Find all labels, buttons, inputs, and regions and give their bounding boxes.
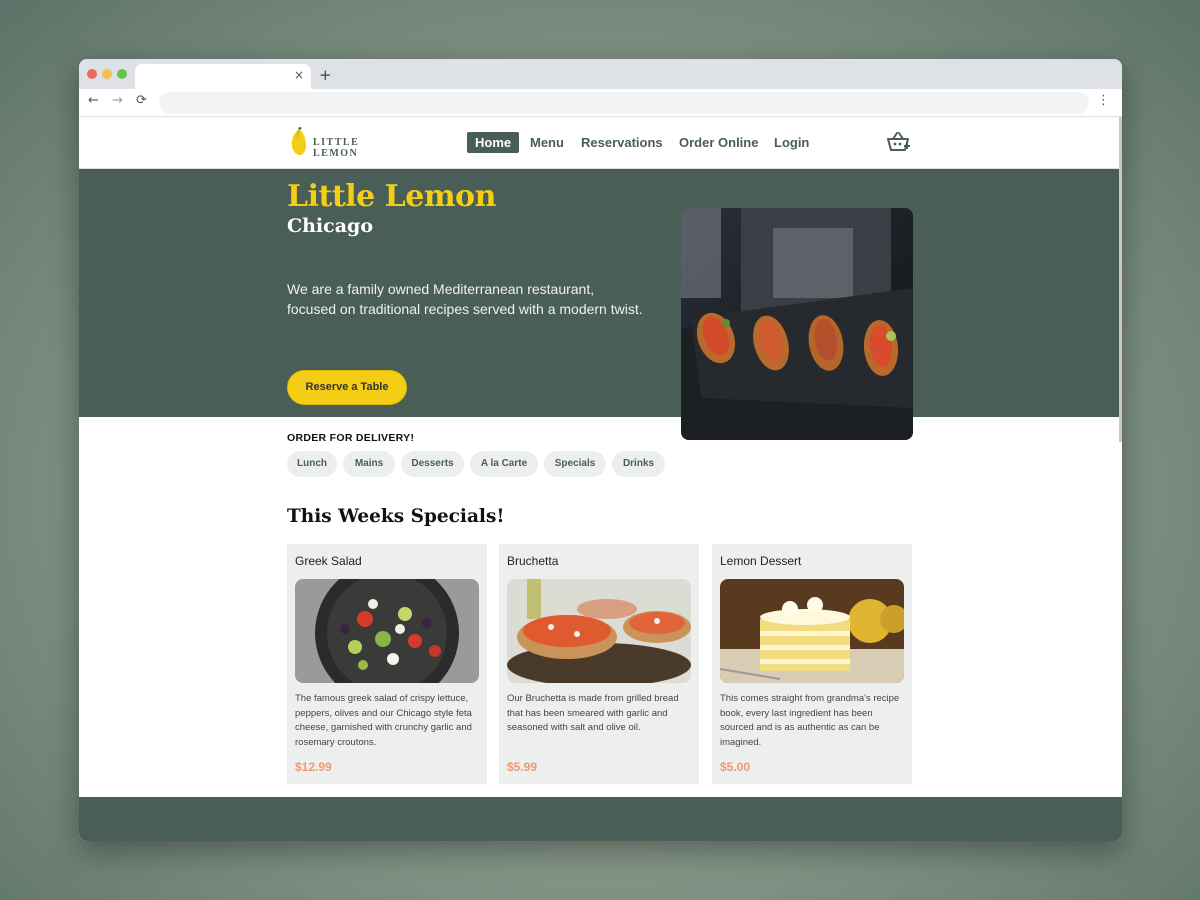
reserve-table-button[interactable]: Reserve a Table (287, 370, 407, 405)
address-bar[interactable] (159, 92, 1089, 114)
nav-order-online[interactable]: Order Online (671, 132, 766, 153)
browser-tab[interactable]: × (135, 64, 311, 89)
specials-heading: This Weeks Specials! (287, 506, 505, 527)
card-price: $12.99 (295, 760, 332, 774)
category-chip-lunch[interactable]: Lunch (287, 451, 337, 477)
browser-toolbar: ← → ⟳ ⋮ (79, 89, 1122, 117)
nav-home[interactable]: Home (467, 132, 520, 153)
window-minimize-dot[interactable] (102, 69, 112, 79)
category-chip-drinks[interactable]: Drinks (612, 451, 665, 477)
logo-text: LITTLE LEMON (313, 137, 360, 159)
browser-menu-icon[interactable]: ⋮ (1097, 93, 1110, 108)
category-chip-desserts[interactable]: Desserts (401, 451, 464, 477)
reload-icon[interactable]: ⟳ (136, 93, 147, 108)
nav-login[interactable]: Login (766, 132, 817, 153)
lemon-icon (291, 127, 306, 156)
hero-subtitle: Chicago (287, 215, 373, 237)
special-card-lemon-dessert[interactable]: Lemon Dessert This comes straight from g… (712, 544, 912, 784)
category-chip-specials[interactable]: Specials (544, 451, 606, 477)
new-tab-icon[interactable]: + (319, 66, 332, 84)
card-description: The famous greek salad of crispy lettuce… (295, 693, 472, 748)
hero-food-image (681, 208, 913, 440)
browser-window: × + ← → ⟳ ⋮ LITTLE LEMON Home Menu Reser… (79, 59, 1122, 841)
window-close-dot[interactable] (87, 69, 97, 79)
category-chip-mains[interactable]: Mains (343, 451, 395, 477)
delivery-heading: ORDER FOR DELIVERY! (287, 432, 415, 444)
site-footer (79, 797, 1122, 841)
window-maximize-dot[interactable] (117, 69, 127, 79)
page-viewport: LITTLE LEMON Home Menu Reservations Orde… (79, 117, 1122, 841)
hero-title: Little Lemon (287, 179, 496, 214)
lemon-dessert-image (720, 579, 904, 683)
hero-section: Little Lemon Chicago We are a family own… (79, 169, 1122, 417)
card-description: This comes straight from grandma's recip… (720, 693, 900, 748)
category-chip-a-la-carte[interactable]: A la Carte (470, 451, 538, 477)
card-price: $5.99 (507, 760, 538, 774)
forward-arrow-icon[interactable]: → (112, 93, 123, 108)
bruchetta-image (507, 579, 691, 683)
browser-tab-bar: × + (79, 59, 1122, 89)
card-title: Bruchetta (507, 554, 559, 568)
card-price: $5.00 (720, 760, 751, 774)
hero-description: We are a family owned Mediterranean rest… (287, 281, 643, 317)
card-description: Our Bruchetta is made from grilled bread… (507, 693, 679, 733)
nav-menu[interactable]: Menu (522, 132, 572, 153)
basket-icon[interactable] (885, 129, 911, 155)
special-card-bruchetta[interactable]: Bruchetta Our Bruchetta is made from gri… (499, 544, 699, 784)
nav-reservations[interactable]: Reservations (573, 132, 671, 153)
tab-close-icon[interactable]: × (294, 68, 304, 82)
card-title: Lemon Dessert (720, 554, 802, 568)
back-arrow-icon[interactable]: ← (88, 93, 99, 108)
card-title: Greek Salad (295, 554, 362, 568)
site-header: LITTLE LEMON Home Menu Reservations Orde… (79, 117, 1122, 169)
page-scrollbar[interactable] (1119, 117, 1122, 442)
special-card-greek-salad[interactable]: Greek Salad The famous greek salad of cr… (287, 544, 487, 784)
site-logo[interactable]: LITTLE LEMON (289, 127, 404, 159)
greek-salad-image (295, 579, 479, 683)
